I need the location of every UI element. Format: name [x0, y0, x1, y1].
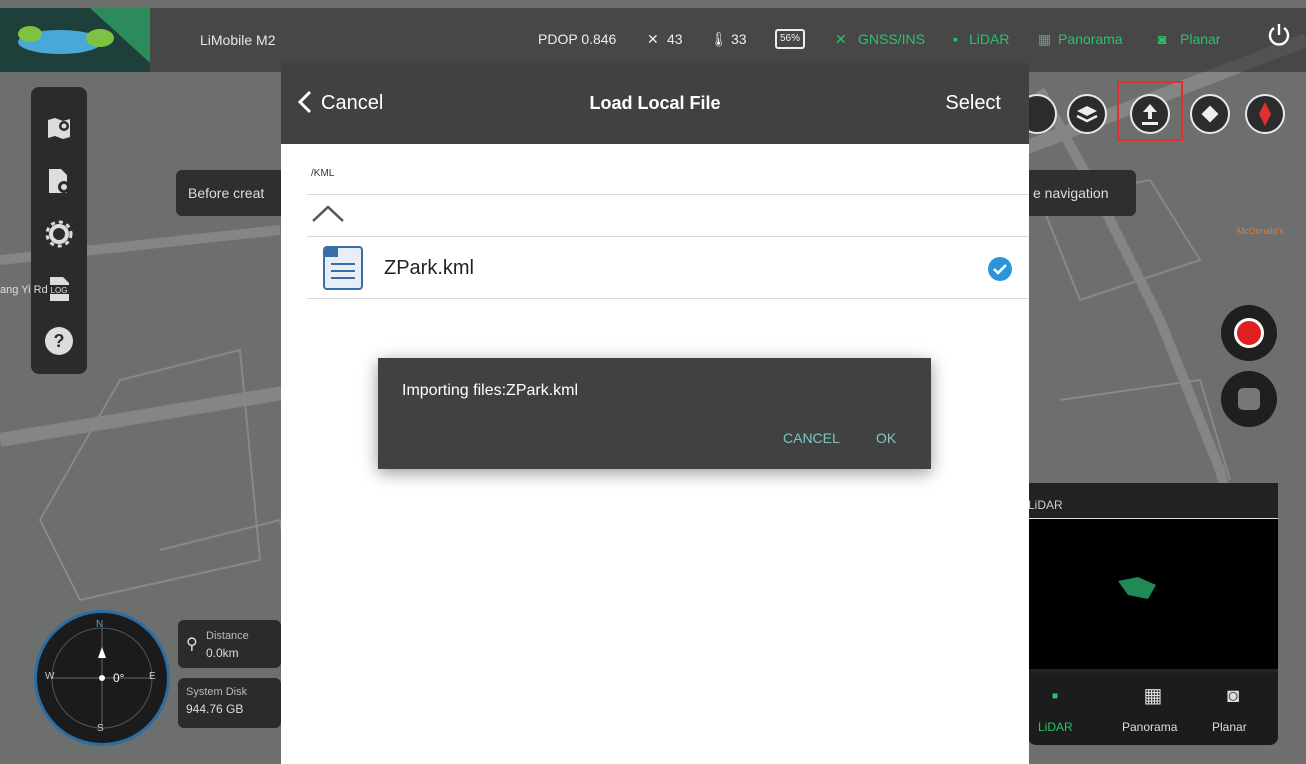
compass-north: N [96, 619, 104, 630]
file-name: ZPark.kml [384, 257, 474, 279]
map-poi-label: McDonald's [1237, 226, 1284, 236]
stop-button[interactable] [1221, 371, 1277, 427]
camera-mode-icon: ◙ [1226, 685, 1240, 707]
satellite-icon: ✕ [647, 31, 659, 47]
mode-planar[interactable]: Planar [1212, 720, 1247, 734]
lidar-point-cloud-view[interactable] [1028, 518, 1278, 669]
gnss-status: GNSS/INS [858, 31, 925, 47]
disk-card: System Disk 944.76 GB [178, 678, 281, 728]
distance-card: ⚲ Distance 0.0km [178, 620, 281, 668]
toast-message-left: Before creat [176, 170, 293, 216]
parent-directory-icon[interactable] [311, 203, 345, 223]
left-toolbar: LOG ? [31, 87, 87, 374]
log-label: LOG [51, 286, 68, 295]
compass-widget: N E S W 0° [34, 610, 170, 746]
divider [307, 194, 1029, 195]
layers-icon[interactable] [1067, 94, 1107, 134]
disk-label: System Disk [186, 686, 248, 698]
app-logo [0, 8, 150, 72]
upload-highlight [1117, 81, 1183, 141]
stop-icon [1238, 388, 1260, 410]
panorama-mode-icon: ▦ [1143, 685, 1163, 707]
current-path: /KML [311, 168, 335, 179]
planar-status: Planar [1180, 31, 1221, 47]
panorama-status: Panorama [1058, 31, 1123, 47]
file-settings-icon[interactable] [45, 167, 73, 195]
panorama-status-icon: ▦ [1038, 31, 1052, 47]
temperature-value: 33 [731, 31, 747, 47]
lidar-status: LiDAR [969, 31, 1010, 47]
route-icon: ⚲ [186, 636, 198, 653]
lidar-status-icon: ▪ [953, 31, 958, 47]
dialog-header: Cancel Load Local File Select [281, 63, 1029, 144]
modal-ok-button[interactable]: OK [876, 430, 896, 446]
lidar-preview-title: LiDAR [1028, 498, 1063, 512]
toast-message-right: e navigation [1029, 170, 1136, 216]
power-icon[interactable] [1266, 22, 1292, 48]
modal-cancel-button[interactable]: CANCEL [783, 430, 840, 446]
divider [307, 236, 1029, 237]
file-list-item[interactable]: ZPark.kml [307, 240, 1029, 298]
gear-icon[interactable] [45, 220, 73, 248]
map-road-label: ang Yi Rd [0, 284, 48, 296]
satellite-count: 43 [667, 31, 683, 47]
record-button[interactable] [1221, 305, 1277, 361]
gnss-icon: ✕ [835, 31, 847, 47]
distance-value: 0.0km [206, 646, 239, 660]
dialog-title: Load Local File [589, 93, 721, 113]
map-add-icon[interactable] [45, 115, 73, 143]
import-confirm-modal: Importing files:ZPark.kml CANCEL OK [378, 358, 931, 469]
pdop-readout: PDOP 0.846 [538, 31, 617, 47]
compass-north-icon[interactable] [1245, 94, 1285, 134]
modal-message: Importing files:ZPark.kml [402, 382, 579, 399]
disk-value: 944.76 GB [186, 702, 244, 716]
kml-file-icon [323, 246, 363, 290]
divider [307, 298, 1029, 299]
satellite-tool-icon[interactable] [1190, 94, 1230, 134]
lidar-mode-icon: ▪ [1051, 685, 1059, 707]
mode-lidar[interactable]: LiDAR [1038, 720, 1073, 734]
select-button[interactable]: Select [945, 92, 1001, 115]
battery-indicator: 56% [775, 29, 806, 49]
distance-label: Distance [206, 630, 249, 642]
compass-heading: 0° [113, 671, 125, 685]
help-icon[interactable]: ? [45, 327, 73, 355]
thermometer-icon: 🌡 [710, 31, 728, 47]
mode-panorama[interactable]: Panorama [1122, 720, 1177, 734]
mode-switcher: ▪ LiDAR ▦ Panorama ◙ Planar [1028, 673, 1278, 745]
record-icon [1234, 318, 1264, 348]
compass-south: S [97, 723, 104, 734]
log-icon[interactable]: LOG [45, 275, 73, 303]
point-cloud-shape [1118, 577, 1156, 599]
app-name: LiMobile M2 [200, 32, 276, 48]
checkmark-icon[interactable] [988, 257, 1012, 281]
compass-west: W [45, 671, 55, 682]
compass-east: E [149, 671, 156, 682]
camera-status-icon: ◙ [1158, 31, 1167, 47]
